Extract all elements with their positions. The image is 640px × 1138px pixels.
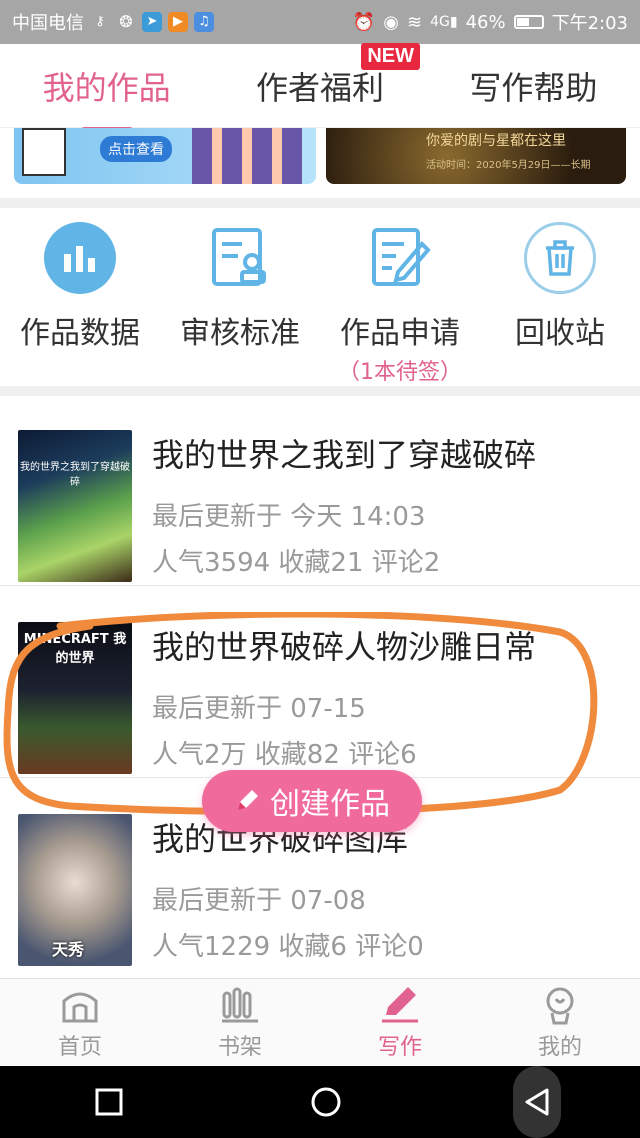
cover-title: 天秀 xyxy=(52,940,85,959)
nav-label: 写作 xyxy=(377,1034,422,1060)
nav-home[interactable]: 首页 xyxy=(0,979,160,1066)
work-item[interactable]: MINECRAFT 我的世界 我的世界破碎人物沙雕日常 最后更新于 07-15 … xyxy=(0,588,640,778)
tool-label: 回收站 xyxy=(515,316,605,351)
key-icon: ⚷ xyxy=(95,14,105,29)
work-updated: 最后更新于 今天 14:03 xyxy=(152,502,426,532)
signal-icon: 4G▮ xyxy=(430,14,458,30)
book-cover: 我的世界之我到了穿越破碎 xyxy=(18,430,132,582)
new-badge: NEW xyxy=(361,42,420,70)
review-stamp-icon xyxy=(204,222,276,294)
home-icon xyxy=(62,992,98,1022)
clock: 下午2:03 xyxy=(551,13,628,34)
tool-label: 作品申请 xyxy=(340,316,460,351)
work-title: 我的世界破碎人物沙雕日常 xyxy=(152,628,537,666)
tab-my-works[interactable]: 我的作品 xyxy=(37,63,177,131)
edit-doc-icon xyxy=(364,222,436,294)
battery-icon xyxy=(513,15,544,29)
work-updated: 最后更新于 07-08 xyxy=(152,886,366,916)
nav-bookshelf[interactable]: 书架 xyxy=(160,979,320,1066)
view-button[interactable]: 点击查看 xyxy=(100,136,172,162)
work-title: 我的世界之我到了穿越破碎 xyxy=(152,436,537,474)
pen-icon xyxy=(238,790,258,810)
work-item[interactable]: 我的世界之我到了穿越破碎 我的世界之我到了穿越破碎 最后更新于 今天 14:03… xyxy=(0,396,640,586)
status-bar: 中国电信 ⚷ ❂ ➤ ▶ ♫ ⏰ ◉ ≋ 4G▮ 46% 下午2:03 xyxy=(0,0,640,44)
pen-icon xyxy=(382,986,418,1022)
tool-work-data[interactable]: 作品数据 xyxy=(0,222,160,352)
tab-label: 写作帮助 xyxy=(469,68,598,107)
home-button[interactable] xyxy=(296,1072,356,1132)
checklist-illustration xyxy=(22,128,66,176)
alarm-icon: ⏰ xyxy=(352,11,376,33)
tab-label: 作者福利 xyxy=(255,68,384,107)
book-cover: 天秀 xyxy=(18,814,132,966)
book-cover: MINECRAFT 我的世界 xyxy=(18,622,132,774)
tool-label: 审核标准 xyxy=(180,316,300,351)
tab-label: 我的作品 xyxy=(42,68,171,107)
bookshelf-icon xyxy=(222,987,258,1022)
create-work-label: 创建作品 xyxy=(270,787,390,822)
bar-chart-icon xyxy=(44,222,116,294)
wifi-icon: ≋ xyxy=(407,11,423,33)
cover-title: MINECRAFT 我的世界 xyxy=(23,632,127,666)
carrier-label: 中国电信 xyxy=(12,13,84,34)
people-illustration xyxy=(192,128,302,184)
wechat-icon: ❂ xyxy=(119,12,133,31)
telegram-icon: ➤ xyxy=(142,12,162,32)
music-icon: ♫ xyxy=(194,12,214,32)
tool-recycle-bin[interactable]: 回收站 xyxy=(480,222,640,352)
tool-label: 作品数据 xyxy=(20,316,140,351)
nav-label: 首页 xyxy=(57,1034,102,1060)
recents-button[interactable] xyxy=(79,1072,139,1132)
work-stats: 人气3594 收藏21 评论2 xyxy=(152,548,441,578)
banner-text: 你爱的剧与星都在这里 xyxy=(426,133,566,149)
create-work-button[interactable]: 创建作品 xyxy=(202,770,422,832)
tool-review-standard[interactable]: 审核标准 xyxy=(160,222,320,352)
circle-icon xyxy=(311,1087,341,1117)
banner-subtext: 活动时间：2020年5月29日——长期 xyxy=(426,160,591,171)
eye-icon: ◉ xyxy=(383,11,399,33)
banner-right[interactable]: 你爱的剧与星都在这里 活动时间：2020年5月29日——长期 xyxy=(326,128,626,184)
system-nav-bar xyxy=(0,1066,640,1138)
nav-label: 书架 xyxy=(217,1034,262,1060)
works-list: 我的世界之我到了穿越破碎 我的世界之我到了穿越破碎 最后更新于 今天 14:03… xyxy=(0,396,640,978)
pending-sign-count: （1本待签） xyxy=(338,360,462,385)
tab-author-benefits[interactable]: 作者福利 NEW xyxy=(250,42,420,109)
nav-profile[interactable]: 我的 xyxy=(480,979,640,1066)
tab-writing-help[interactable]: 写作帮助 xyxy=(463,63,603,109)
work-updated: 最后更新于 07-15 xyxy=(152,694,366,724)
top-tabs: 我的作品 作者福利 NEW 写作帮助 xyxy=(0,42,640,131)
banner-left[interactable]: 点击查看 xyxy=(14,128,316,184)
square-icon xyxy=(95,1088,123,1116)
work-stats: 人气1229 收藏6 评论0 xyxy=(152,932,424,962)
back-triangle-icon xyxy=(525,1088,549,1116)
work-stats: 人气2万 收藏82 评论6 xyxy=(152,740,417,770)
tool-work-apply[interactable]: 作品申请 （1本待签） xyxy=(320,222,480,386)
battery-percent: 46% xyxy=(465,11,506,33)
bottom-nav: 首页 书架 写作 我的 xyxy=(0,978,640,1066)
video-icon: ▶ xyxy=(168,12,188,32)
nav-label: 我的 xyxy=(537,1034,582,1060)
profile-icon xyxy=(546,987,574,1024)
back-button[interactable] xyxy=(513,1066,562,1138)
trash-icon xyxy=(524,222,596,294)
nav-write[interactable]: 写作 xyxy=(320,979,480,1066)
tool-grid: 作品数据 审核标准 作品申请 （1本待签） 回收站 xyxy=(0,208,640,386)
banner-carousel: 点击查看 你爱的剧与星都在这里 活动时间：2020年5月29日——长期 xyxy=(0,128,640,198)
cover-title: 我的世界之我到了穿越破碎 xyxy=(20,462,130,488)
